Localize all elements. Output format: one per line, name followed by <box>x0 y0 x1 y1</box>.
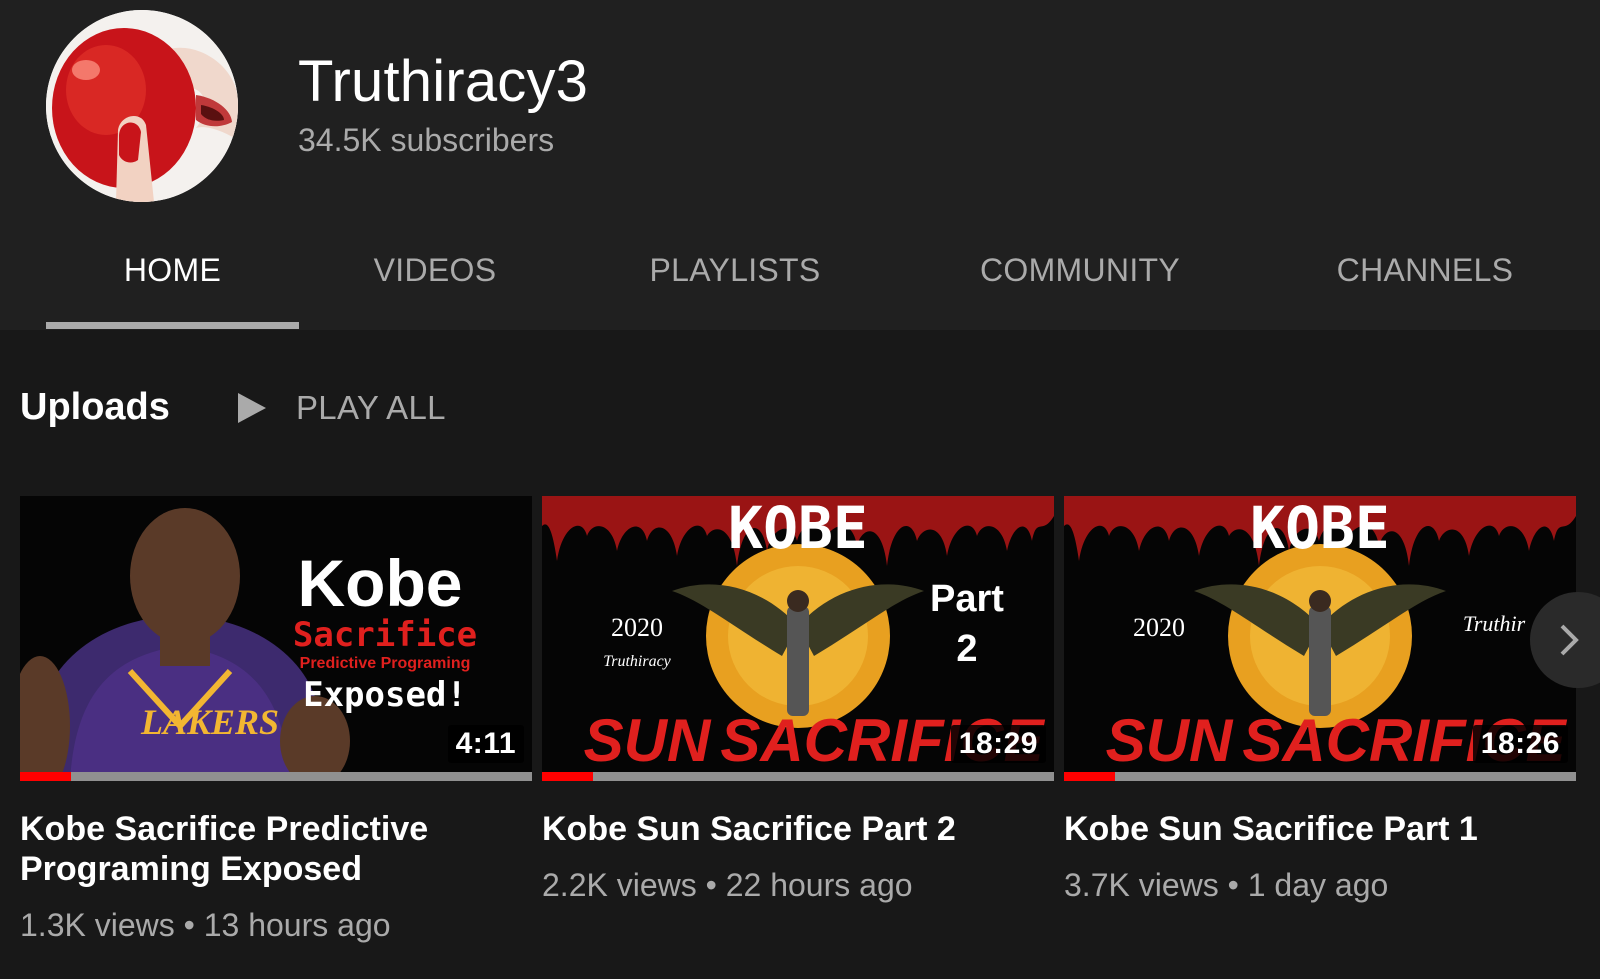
thumb-sacrifice-text: Sacrifice <box>293 615 477 655</box>
video-duration: 18:26 <box>1472 725 1568 763</box>
uploads-heading: Uploads <box>20 386 170 428</box>
video-card[interactable]: KOBE 2020 Truthir SUN SACRIFICE 18:26 Ko… <box>1064 496 1576 904</box>
watch-progress-bar <box>542 772 1054 781</box>
watch-progress-fill <box>1064 772 1116 781</box>
thumb-part-num: 2 <box>956 628 977 670</box>
video-title[interactable]: Kobe Sun Sacrifice Part 2 <box>542 809 1054 849</box>
thumb-sun: SUN <box>584 707 712 774</box>
tab-videos[interactable]: VIDEOS <box>330 230 540 330</box>
watch-progress-bar <box>20 772 532 781</box>
thumb-part: Part <box>930 578 1004 620</box>
watch-progress-fill <box>542 772 594 781</box>
thumb-sun: SUN <box>1106 707 1234 774</box>
video-meta: 1.3K views • 13 hours ago <box>20 907 391 943</box>
video-thumbnail[interactable]: KOBE 2020 Truthir SUN SACRIFICE 18:26 <box>1064 496 1576 781</box>
video-thumbnail[interactable]: LAKERS Kobe Sacrifice Predictive Program… <box>20 496 532 781</box>
thumb-predictive-text: Predictive Programing <box>300 655 471 672</box>
video-title[interactable]: Kobe Sun Sacrifice Part 1 <box>1064 809 1576 849</box>
subscriber-count: 34.5K subscribers <box>298 122 555 158</box>
video-duration: 18:29 <box>950 725 1046 763</box>
video-card[interactable]: KOBE 2020 Truthiracy Part 2 SUN SACRIFIC… <box>542 496 1054 904</box>
tab-playlists[interactable]: PLAYLISTS <box>610 230 860 330</box>
channel-name: Truthiracy3 <box>298 49 589 114</box>
play-all-label: PLAY ALL <box>296 389 446 426</box>
channel-tabs: HOME VIDEOS PLAYLISTS COMMUNITY CHANNELS <box>0 230 1600 330</box>
active-tab-indicator <box>46 322 299 329</box>
video-thumbnail[interactable]: KOBE 2020 Truthiracy Part 2 SUN SACRIFIC… <box>542 496 1054 781</box>
thumb-kobe-title: KOBE <box>1250 496 1390 562</box>
video-meta: 3.7K views • 1 day ago <box>1064 867 1389 903</box>
channel-header: Truthiracy3 34.5K subscribers HOME VIDEO… <box>0 0 1600 330</box>
video-meta: 2.2K views • 22 hours ago <box>542 867 913 903</box>
channel-avatar[interactable] <box>46 10 238 202</box>
video-duration: 4:11 <box>447 725 524 763</box>
watch-progress-fill <box>20 772 72 781</box>
thumb-brand: Truthiracy <box>603 653 671 670</box>
thumb-kobe-title: KOBE <box>728 496 868 562</box>
apple-avatar-image <box>46 10 238 202</box>
thumb-exposed-text: Exposed! <box>303 675 467 715</box>
thumb-year: 2020 <box>1133 613 1185 642</box>
video-card[interactable]: LAKERS Kobe Sacrifice Predictive Program… <box>20 496 532 944</box>
tab-channels[interactable]: CHANNELS <box>1290 230 1560 330</box>
thumb-brand: Truthir <box>1463 611 1526 636</box>
watch-progress-bar <box>1064 772 1576 781</box>
chevron-right-icon <box>1560 624 1579 656</box>
jersey-text: LAKERS <box>140 702 279 742</box>
thumb-kobe-text: Kobe <box>298 546 463 620</box>
tab-home[interactable]: HOME <box>46 230 299 330</box>
play-all-button[interactable]: PLAY ALL <box>234 388 446 428</box>
play-icon <box>238 393 266 423</box>
tab-community[interactable]: COMMUNITY <box>930 230 1230 330</box>
video-title[interactable]: Kobe Sacrifice Predictive Programing Exp… <box>20 809 532 889</box>
thumb-year: 2020 <box>611 613 663 642</box>
